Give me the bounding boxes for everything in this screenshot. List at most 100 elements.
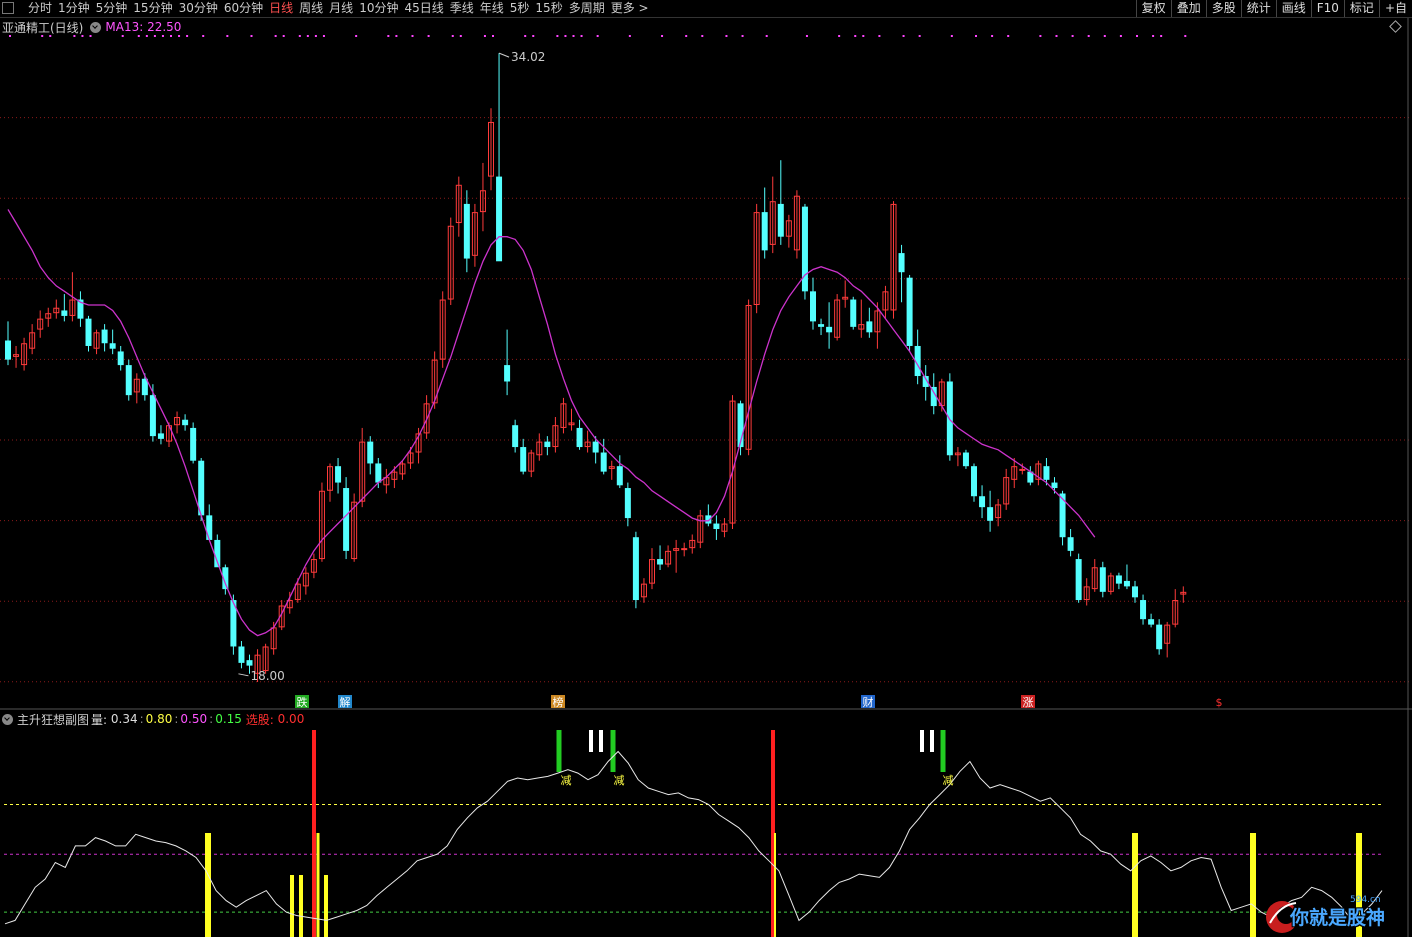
signal-bar [774, 833, 776, 937]
candle-body [190, 427, 197, 461]
candle-body [504, 365, 511, 382]
candle-body [592, 441, 599, 453]
low-pointer [238, 673, 249, 677]
signal-dot [121, 35, 124, 37]
signal-bar [940, 730, 946, 772]
signal-dot [661, 35, 664, 37]
candle-body [149, 395, 156, 437]
low-price-label: 18.00 [250, 669, 284, 683]
candle-body [1059, 493, 1066, 538]
signal-badge-label: 跌 [297, 695, 308, 709]
signal-dot [878, 35, 881, 37]
candle-body [367, 441, 374, 464]
sub-value-4: 0.15 [215, 712, 242, 726]
signal-dot [89, 35, 92, 37]
candle-body [576, 427, 583, 448]
signal-dot [41, 35, 44, 37]
candle-body [512, 425, 519, 448]
signal-bar [299, 875, 303, 937]
signal-dot [153, 35, 156, 37]
signal-bar [556, 730, 562, 772]
candle-body [182, 419, 189, 426]
candle-body [463, 203, 470, 259]
signal-dot [186, 35, 189, 37]
signal-dot [532, 35, 535, 37]
candle-body [246, 660, 253, 666]
high-price-label: 34.02 [511, 50, 545, 64]
signal-bar [920, 730, 924, 752]
candle-body [987, 507, 994, 521]
signal-dot [161, 35, 164, 37]
signal-dot [1039, 35, 1042, 37]
candle-body [681, 548, 688, 551]
high-pointer [498, 52, 510, 58]
signal-dot [274, 35, 277, 37]
sub-chart-header: 主升狂想副图 量: 0.34 :0.80 :0.50 :0.15 选股: 0.0… [2, 711, 304, 727]
signal-dot [902, 35, 905, 37]
candle-body [600, 452, 607, 472]
candle-body [616, 466, 623, 486]
signal-dot [49, 35, 52, 37]
watermark: 你就是股神 594.cn [1262, 893, 1412, 937]
signal-dot [314, 35, 317, 37]
signal-dot [854, 35, 857, 37]
signal-dot [1136, 35, 1138, 37]
candle-body [1140, 600, 1147, 620]
reduce-signal-label: 减 [561, 774, 572, 787]
candle-body [496, 176, 503, 262]
signal-dot [81, 35, 84, 37]
signal-dot [145, 35, 148, 37]
signal-bar [205, 833, 211, 937]
signal-dot [387, 35, 390, 37]
candle-body [1115, 575, 1122, 584]
signal-dot [451, 35, 454, 37]
indicator-line [4, 750, 1383, 925]
candle-body [818, 324, 825, 327]
candle-body [1043, 466, 1050, 480]
candle-body [375, 463, 382, 483]
signal-badge-label: 涨 [1023, 696, 1034, 709]
signal-dot [9, 35, 11, 37]
candle-body [117, 351, 124, 366]
ma13-line [7, 209, 1096, 637]
signal-dot [1007, 35, 1010, 37]
candle-body [206, 515, 213, 540]
signal-dot [411, 35, 414, 37]
signal-dot [306, 35, 309, 37]
signal-dot [170, 35, 172, 37]
signal-dot [580, 35, 583, 37]
candle-body [761, 212, 768, 251]
signal-dot [355, 35, 358, 37]
signal-dot [572, 35, 575, 37]
sub-indicator-menu-icon[interactable] [2, 713, 13, 725]
signal-dot [1071, 35, 1074, 37]
signal-dot [524, 35, 527, 37]
signal-dot [250, 35, 253, 37]
select-value: 0.00 [277, 712, 305, 726]
signal-dot [178, 35, 181, 37]
signal-dot [1160, 35, 1163, 37]
candle-body [5, 340, 11, 360]
signal-dot [298, 35, 301, 37]
signal-dot [725, 35, 728, 37]
signal-bar [930, 730, 934, 752]
signal-dot [1055, 35, 1058, 37]
signal-dot [322, 35, 325, 37]
candle-body [61, 310, 68, 316]
candle-body [1099, 567, 1106, 592]
signal-dot [483, 35, 486, 37]
signal-dot [282, 35, 285, 37]
signal-dot [73, 35, 76, 37]
signal-badge-label: $ [1216, 696, 1223, 709]
candle-body [979, 496, 986, 508]
candle-body [657, 559, 664, 565]
stock-chart[interactable]: 34.02 18.00 跌 解 榜 财 涨 $ 减 减 减 [0, 0, 1412, 937]
signal-dot [741, 35, 744, 37]
candle-body [101, 329, 108, 344]
candle-body [810, 291, 816, 322]
candle-body [1123, 580, 1130, 587]
candle-body [109, 343, 116, 349]
candle-body [343, 488, 350, 551]
candle-body [157, 433, 164, 439]
candle-body [1132, 586, 1138, 598]
